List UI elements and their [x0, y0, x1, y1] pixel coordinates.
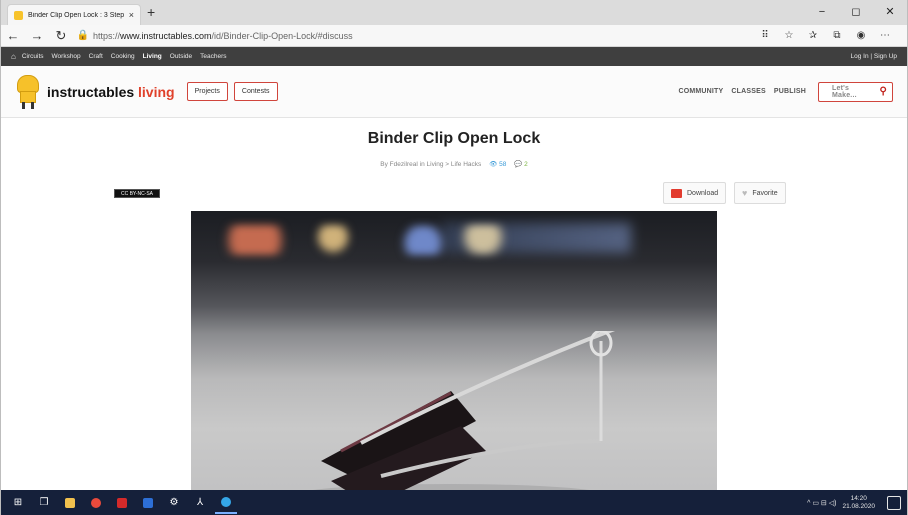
edge-button[interactable]: [215, 492, 237, 514]
comment-icon: 💬: [514, 161, 523, 168]
category-cooking[interactable]: Cooking: [111, 53, 135, 60]
refresh-button[interactable]: ↻: [49, 28, 73, 44]
more-menu-icon[interactable]: ⋯: [873, 30, 897, 41]
acrobat-button[interactable]: ⅄: [189, 492, 211, 514]
instructables-favicon-icon: [14, 10, 23, 20]
heart-icon: ♥: [742, 188, 748, 198]
favorites-icon[interactable]: ✰: [801, 30, 825, 41]
close-window-button[interactable]: ✕: [873, 0, 907, 25]
search-input[interactable]: Let's Make... ⚲: [818, 81, 893, 102]
by-prefix: By: [380, 161, 388, 168]
views-value: 58: [499, 161, 507, 168]
favorite-label: Favorite: [752, 189, 778, 197]
forward-button[interactable]: →: [25, 28, 49, 43]
home-icon[interactable]: ⌂: [11, 52, 16, 61]
category-teachers[interactable]: Teachers: [200, 53, 226, 60]
tray-icons[interactable]: ^ ▭ ⊟ ◁): [807, 499, 836, 507]
chrome-icon: [91, 497, 101, 508]
browser-window: Binder Clip Open Lock : 3 Steps × + − ◻ …: [0, 0, 908, 515]
browser-tab[interactable]: Binder Clip Open Lock : 3 Steps ×: [7, 4, 141, 25]
edge-icon: [221, 496, 231, 507]
minimize-button[interactable]: −: [805, 0, 839, 25]
brand-main: instructables: [47, 83, 135, 100]
contests-button[interactable]: Contests: [233, 82, 278, 101]
subcategory-link[interactable]: Life Hacks: [451, 161, 481, 168]
author-link[interactable]: Fdezilreal: [390, 161, 418, 168]
license-badge[interactable]: CC BY-NC-SA: [114, 189, 160, 198]
file-explorer-button[interactable]: [59, 492, 81, 514]
start-button[interactable]: ⊞: [7, 492, 29, 514]
url-domain: www.instructables.com: [120, 30, 212, 41]
reader-mode-icon[interactable]: ⠿: [753, 30, 777, 41]
clock-date: 21.08.2020: [842, 502, 875, 510]
address-bar-row: ← → ↻ 🔒 https://www.instructables.com/id…: [1, 25, 907, 47]
pdf-icon: [671, 188, 682, 198]
clock[interactable]: 14:20 21.08.2020: [842, 495, 875, 511]
chrome-button[interactable]: [85, 492, 107, 514]
nav-classes[interactable]: CLASSES: [731, 88, 765, 95]
article-content: Binder Clip Open Lock By Fdezilreal in L…: [1, 118, 907, 490]
category-living[interactable]: Living: [143, 53, 162, 60]
notification-icon[interactable]: [887, 495, 901, 510]
download-button[interactable]: Download: [663, 182, 727, 204]
title-bar: Binder Clip Open Lock : 3 Steps × + − ◻ …: [1, 0, 907, 25]
task-view-icon: ❐: [39, 497, 49, 508]
profile-icon[interactable]: ◉: [849, 30, 873, 41]
article-byline: By Fdezilreal in Living > Life Hacks 👁 5…: [380, 161, 528, 168]
windows-taskbar: ⊞ ❐ ⚙ ⅄ ^ ▭ ⊟ ◁) 14:20 21.08.2020: [1, 490, 907, 515]
tab-close-icon[interactable]: ×: [129, 10, 134, 20]
gear-icon: ⚙: [169, 497, 179, 508]
projects-button[interactable]: Projects: [186, 82, 228, 101]
url-path: /id/Binder-Clip-Open-Lock/#discuss: [211, 30, 353, 41]
back-button[interactable]: ←: [1, 28, 25, 43]
url-prefix: https://: [93, 30, 121, 41]
folder-icon: [65, 497, 75, 508]
tab-title: Binder Clip Open Lock : 3 Steps: [28, 11, 124, 19]
login-signup-link[interactable]: Log In | Sign Up: [851, 53, 898, 60]
system-tray: ^ ▭ ⊟ ◁) 14:20 21.08.2020: [807, 495, 901, 511]
browser-toolbar-icons: ⠿ ☆ ✰ ⧉ ◉ ⋯: [753, 30, 907, 41]
window-controls: − ◻ ✕: [805, 0, 907, 25]
site-header: instructables living Projects Contests C…: [1, 66, 907, 118]
nav-publish[interactable]: PUBLISH: [774, 88, 806, 95]
category-strip: ⌂ Circuits Workshop Craft Cooking Living…: [1, 47, 907, 66]
nav-community[interactable]: COMMUNITY: [678, 88, 723, 95]
category-link[interactable]: Living: [427, 161, 444, 168]
search-icon[interactable]: ⚲: [879, 86, 887, 97]
add-favorite-icon[interactable]: ☆: [777, 30, 801, 41]
favorite-button[interactable]: ♥ Favorite: [734, 182, 786, 204]
download-label: Download: [687, 189, 719, 197]
acrobat-icon: ⅄: [196, 497, 204, 508]
brand-accent: living: [138, 83, 175, 100]
clock-time: 14:20: [850, 494, 867, 502]
comments-count[interactable]: 💬 2: [514, 161, 528, 168]
maximize-button[interactable]: ◻: [839, 0, 873, 25]
binder-clip-illustration: [312, 331, 616, 490]
eye-icon: 👁: [489, 161, 498, 168]
lock-icon[interactable]: 🔒: [73, 30, 93, 41]
views-count: 👁 58: [489, 161, 506, 168]
new-tab-button[interactable]: +: [147, 5, 155, 19]
app-blue-button[interactable]: [137, 492, 159, 514]
site-logo-text[interactable]: instructables living: [47, 84, 175, 100]
category-craft[interactable]: Craft: [89, 53, 103, 60]
article-title: Binder Clip Open Lock: [367, 130, 541, 147]
instructables-robot-logo[interactable]: [15, 74, 41, 109]
collections-icon[interactable]: ⧉: [825, 30, 849, 41]
category-circuits[interactable]: Circuits: [22, 53, 44, 60]
blue-app-icon: [143, 497, 153, 508]
settings-button[interactable]: ⚙: [163, 492, 185, 514]
search-placeholder: Let's Make...: [832, 84, 857, 99]
category-workshop[interactable]: Workshop: [52, 53, 81, 60]
comments-value: 2: [524, 161, 528, 168]
header-nav: COMMUNITY CLASSES PUBLISH Let's Make... …: [670, 81, 893, 102]
url-field[interactable]: https://www.instructables.com/id/Binder-…: [93, 31, 353, 41]
windows-logo-icon: ⊞: [13, 497, 23, 508]
app-red-button[interactable]: [111, 492, 133, 514]
task-view-button[interactable]: ❐: [33, 492, 55, 514]
red-app-icon: [117, 497, 127, 508]
in-label: in: [419, 161, 425, 168]
article-photo[interactable]: [191, 211, 717, 490]
category-outside[interactable]: Outside: [170, 53, 192, 60]
